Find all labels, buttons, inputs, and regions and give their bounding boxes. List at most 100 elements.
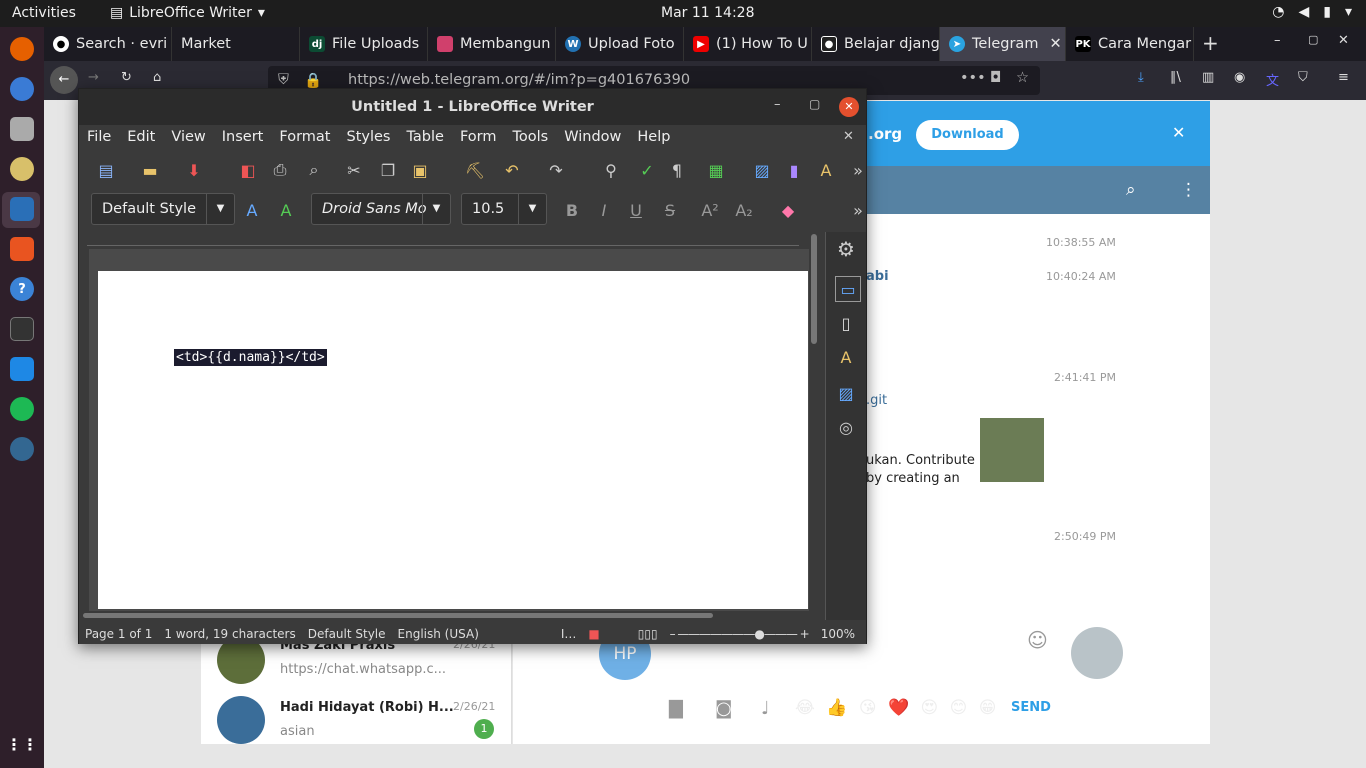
find-replace-icon[interactable]: ⚲ xyxy=(600,159,622,181)
hamburger-menu-icon[interactable]: ≡ xyxy=(1338,70,1349,85)
selection-mode-icon[interactable]: I… xyxy=(555,627,583,641)
sidebar-icon[interactable]: ▥ xyxy=(1202,70,1214,85)
document-modified-icon[interactable]: ■ xyxy=(582,627,605,641)
font-size-combo[interactable]: 10.5 ▼ xyxy=(461,193,547,225)
menu-help[interactable]: Help xyxy=(629,125,678,150)
menu-insert[interactable]: Insert xyxy=(214,125,272,150)
zoom-level[interactable]: 100% xyxy=(815,627,861,641)
more-vert-icon[interactable]: ⋮ xyxy=(1180,180,1197,200)
rhythmbox-icon[interactable] xyxy=(10,157,34,181)
chevron-down-icon[interactable]: ▼ xyxy=(518,194,546,224)
page-count[interactable]: Page 1 of 1 xyxy=(79,627,158,641)
menu-table[interactable]: Table xyxy=(398,125,452,150)
italic-icon[interactable]: I xyxy=(593,199,615,221)
paste-icon[interactable]: ▣ xyxy=(409,159,431,181)
sender-name[interactable]: abi xyxy=(866,269,889,284)
more-toolbar-icon[interactable]: » xyxy=(847,199,869,221)
underline-icon[interactable]: U xyxy=(625,199,647,221)
tab-youtube[interactable]: ▶ (1) How To U xyxy=(684,27,812,61)
pocket-icon[interactable]: ◘ xyxy=(990,70,1001,86)
view-layout-icon[interactable]: ▯▯▯ xyxy=(632,627,664,641)
camera-icon[interactable]: ◙ xyxy=(715,698,732,719)
spelling-icon[interactable]: ✓ xyxy=(636,159,658,181)
horizontal-scrollbar[interactable] xyxy=(83,613,713,618)
page-style[interactable]: Default Style xyxy=(302,627,392,641)
restore-icon[interactable]: ▢ xyxy=(1308,33,1318,46)
insert-chart-icon[interactable]: ▮ xyxy=(783,159,805,181)
thunderbird-icon[interactable] xyxy=(10,77,34,101)
clone-formatting-icon[interactable]: ⛏ xyxy=(464,159,486,181)
styles-icon[interactable]: A xyxy=(835,346,857,368)
ruler[interactable] xyxy=(87,232,799,246)
chat-name[interactable]: Hadi Hidayat (Robi) H... xyxy=(280,700,454,715)
tab-cara-mengar[interactable]: PK Cara Mengar xyxy=(1066,27,1194,61)
document-text[interactable]: <td>{{d.nama}}</td> xyxy=(174,349,327,366)
properties-icon[interactable]: ▭ xyxy=(835,276,861,302)
clock[interactable]: Mar 11 14:28 xyxy=(661,5,754,21)
language[interactable]: English (USA) xyxy=(392,627,485,641)
download-icon[interactable]: ⤓ xyxy=(1138,70,1144,85)
superscript-icon[interactable]: A² xyxy=(699,199,721,221)
microphone-icon[interactable]: ♩ xyxy=(761,698,770,719)
download-button[interactable]: Download xyxy=(916,120,1019,150)
new-style-icon[interactable]: A xyxy=(275,199,297,221)
avatar[interactable] xyxy=(1071,627,1123,679)
postgresql-icon[interactable] xyxy=(10,437,34,461)
back-icon[interactable]: ← xyxy=(50,66,78,94)
star-icon[interactable]: ☆ xyxy=(1016,70,1029,86)
print-preview-icon[interactable]: ⌕ xyxy=(303,159,325,181)
vertical-scrollbar[interactable] xyxy=(811,234,817,344)
zoom-slider[interactable]: – ———————●——— + xyxy=(664,627,815,641)
save-icon[interactable]: ⬇ xyxy=(183,159,205,181)
tab-search-evri[interactable]: ● Search · evri xyxy=(44,27,172,61)
more-icon[interactable]: ••• xyxy=(960,70,986,86)
translate-icon[interactable]: 文 xyxy=(1266,70,1279,89)
forward-icon[interactable]: → xyxy=(88,70,99,85)
menu-window[interactable]: Window xyxy=(556,125,629,150)
firefox-icon[interactable] xyxy=(10,37,34,61)
vscode-icon[interactable] xyxy=(10,357,34,381)
tab-upload-foto[interactable]: W Upload Foto xyxy=(556,27,684,61)
search-icon[interactable]: ⌕ xyxy=(1126,180,1136,200)
document-page[interactable]: <td>{{d.nama}}</td> xyxy=(98,271,808,609)
paragraph-style-combo[interactable]: Default Style ▼ xyxy=(91,193,235,225)
cut-icon[interactable]: ✂ xyxy=(343,159,365,181)
new-tab-icon[interactable]: + xyxy=(1202,31,1219,55)
emoji-icon[interactable]: ☺ xyxy=(1027,628,1048,652)
emoji-quick-bar[interactable]: 😂 👍 😘 ❤️ 😍 😊 😁 xyxy=(795,698,1000,718)
tab-market[interactable]: Market xyxy=(172,27,300,61)
minimize-icon[interactable]: – xyxy=(1274,33,1281,48)
menu-view[interactable]: View xyxy=(163,125,213,150)
library-icon[interactable]: ∥\ xyxy=(1170,70,1181,85)
app-menu[interactable]: ▤ LibreOffice Writer ▾ xyxy=(110,5,265,21)
close-document-icon[interactable]: ✕ xyxy=(843,129,854,144)
message-image-thumbnail[interactable] xyxy=(980,418,1044,482)
spotify-icon[interactable] xyxy=(10,397,34,421)
more-toolbar-icon[interactable]: » xyxy=(847,159,869,181)
close-icon[interactable]: ✕ xyxy=(1172,123,1185,142)
export-pdf-icon[interactable]: ◧ xyxy=(237,159,259,181)
tab-belajar-django[interactable]: ● Belajar djang xyxy=(812,27,940,61)
send-button[interactable]: SEND xyxy=(1011,700,1051,715)
file-icon[interactable]: ▇ xyxy=(669,698,683,719)
copy-icon[interactable]: ❐ xyxy=(377,159,399,181)
minimize-icon[interactable]: – xyxy=(774,97,781,112)
help-icon[interactable]: ? xyxy=(10,277,34,301)
insert-table-icon[interactable]: ▦ xyxy=(705,159,727,181)
bold-icon[interactable]: B xyxy=(561,199,583,221)
menu-format[interactable]: Format xyxy=(271,125,338,150)
menu-file[interactable]: File xyxy=(79,125,119,150)
close-icon[interactable]: ✕ xyxy=(1338,33,1349,48)
show-apps-icon[interactable]: ⋮⋮ xyxy=(6,732,38,756)
update-style-icon[interactable]: A xyxy=(241,199,263,221)
word-count[interactable]: 1 word, 19 characters xyxy=(158,627,301,641)
software-icon[interactable] xyxy=(10,237,34,261)
system-tray[interactable]: ◔ ◀ ▮ ▾ xyxy=(1272,4,1352,20)
formatting-marks-icon[interactable]: ¶ xyxy=(666,159,688,181)
gear-icon[interactable]: ⚙ xyxy=(835,237,857,261)
chevron-down-icon[interactable]: ▼ xyxy=(206,194,234,224)
gallery-icon[interactable]: ▨ xyxy=(835,382,857,404)
tab-file-uploads[interactable]: dj File Uploads xyxy=(300,27,428,61)
writer-icon[interactable] xyxy=(10,197,34,221)
redo-icon[interactable]: ↷ xyxy=(545,159,567,181)
